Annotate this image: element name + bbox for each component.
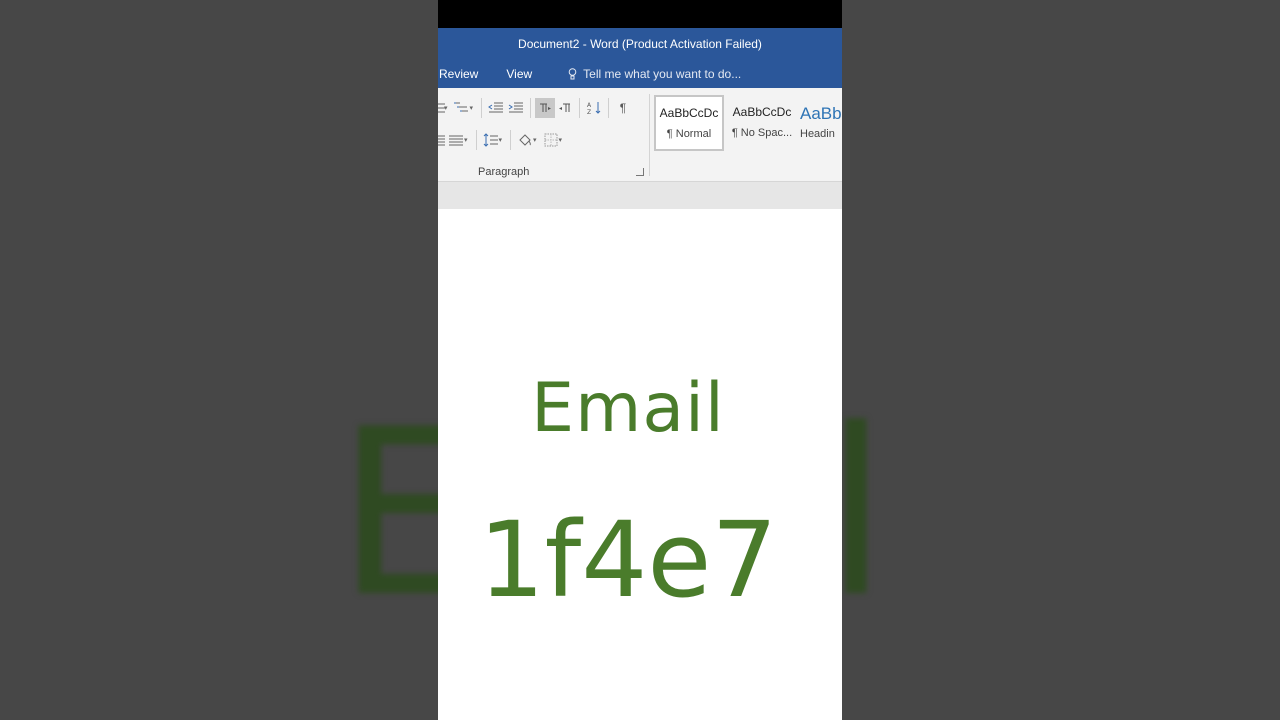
tell-me-placeholder: Tell me what you want to do... — [583, 67, 742, 81]
line-spacing-icon[interactable] — [481, 130, 501, 150]
style-name: ¶ Normal — [666, 128, 712, 140]
paragraph-row-1: ▾ ▾ AZ ¶ — [438, 98, 633, 118]
sort-icon[interactable]: AZ — [584, 98, 604, 118]
chevron-down-icon[interactable]: ▾ — [559, 136, 563, 144]
chevron-down-icon[interactable]: ▾ — [444, 104, 448, 112]
paragraph-row-2: ▾ ▾ ▾ ▾ — [438, 130, 566, 150]
tab-review[interactable]: Review — [438, 67, 488, 81]
show-marks-icon[interactable]: ¶ — [613, 98, 633, 118]
lightbulb-icon — [568, 68, 577, 80]
chevron-down-icon[interactable]: ▾ — [499, 136, 503, 144]
svg-text:A: A — [587, 102, 592, 109]
style-heading[interactable]: AaBb Headin — [800, 95, 842, 149]
borders-icon[interactable] — [541, 130, 561, 150]
divider — [475, 130, 477, 150]
styles-gallery: AaBbCcDc ¶ Normal AaBbCcDc ¶ No Spac... … — [654, 95, 842, 151]
tab-view[interactable]: View — [488, 67, 542, 81]
dialog-launcher-icon[interactable] — [636, 168, 644, 176]
style-no-spacing[interactable]: AaBbCcDc ¶ No Spac... — [728, 95, 796, 149]
increase-indent-icon[interactable] — [506, 98, 526, 118]
group-divider — [649, 94, 650, 176]
style-name: Headin — [800, 128, 835, 140]
tell-me-box[interactable]: Tell me what you want to do... — [568, 67, 741, 81]
chevron-down-icon[interactable]: ▾ — [470, 104, 474, 112]
ruler-area — [438, 182, 842, 210]
blurred-letter-e: E — [336, 381, 438, 648]
shading-icon[interactable] — [515, 130, 535, 150]
rtl-icon[interactable] — [555, 98, 575, 118]
style-sample: AaBbCcDc — [732, 105, 792, 119]
divider — [481, 98, 483, 118]
blurred-backdrop-left: E — [0, 0, 438, 720]
decrease-indent-icon[interactable] — [486, 98, 506, 118]
justify-icon-partial[interactable] — [438, 130, 446, 150]
document-text-email: Email — [531, 369, 725, 448]
window-title: Document2 - Word (Product Activation Fai… — [518, 37, 762, 51]
document-page[interactable]: Email 1f4e7 — [438, 209, 842, 720]
divider — [608, 98, 610, 118]
blurred-letter-l: l — [842, 381, 888, 648]
title-bar: Document2 - Word (Product Activation Fai… — [438, 28, 842, 60]
multilevel-list-icon[interactable] — [452, 98, 472, 118]
style-normal[interactable]: AaBbCcDc ¶ Normal — [654, 95, 724, 151]
word-window: Document2 - Word (Product Activation Fai… — [438, 0, 842, 720]
blurred-backdrop-right: l — [842, 0, 1280, 720]
paragraph-group-label: Paragraph — [478, 166, 530, 178]
svg-text:Z: Z — [587, 109, 591, 115]
style-name: ¶ No Spac... — [731, 127, 793, 139]
divider — [530, 98, 532, 118]
ltr-icon[interactable] — [535, 98, 556, 118]
status-bar — [438, 0, 842, 28]
style-sample: AaBbCcDc — [659, 106, 719, 120]
divider — [510, 130, 512, 150]
chevron-down-icon[interactable]: ▾ — [533, 136, 537, 144]
document-text-code: 1f4e7 — [478, 499, 778, 621]
ribbon-tabs: Review View Tell me what you want to do.… — [438, 60, 842, 88]
style-sample: AaBb — [800, 104, 842, 123]
divider — [579, 98, 581, 118]
ribbon: ▾ ▾ AZ ¶ ▾ ▾ ▾ ▾ Paragraph AaBbCcDc ¶ No… — [438, 88, 842, 182]
justify-icon[interactable] — [446, 130, 466, 150]
chevron-down-icon[interactable]: ▾ — [464, 136, 468, 144]
